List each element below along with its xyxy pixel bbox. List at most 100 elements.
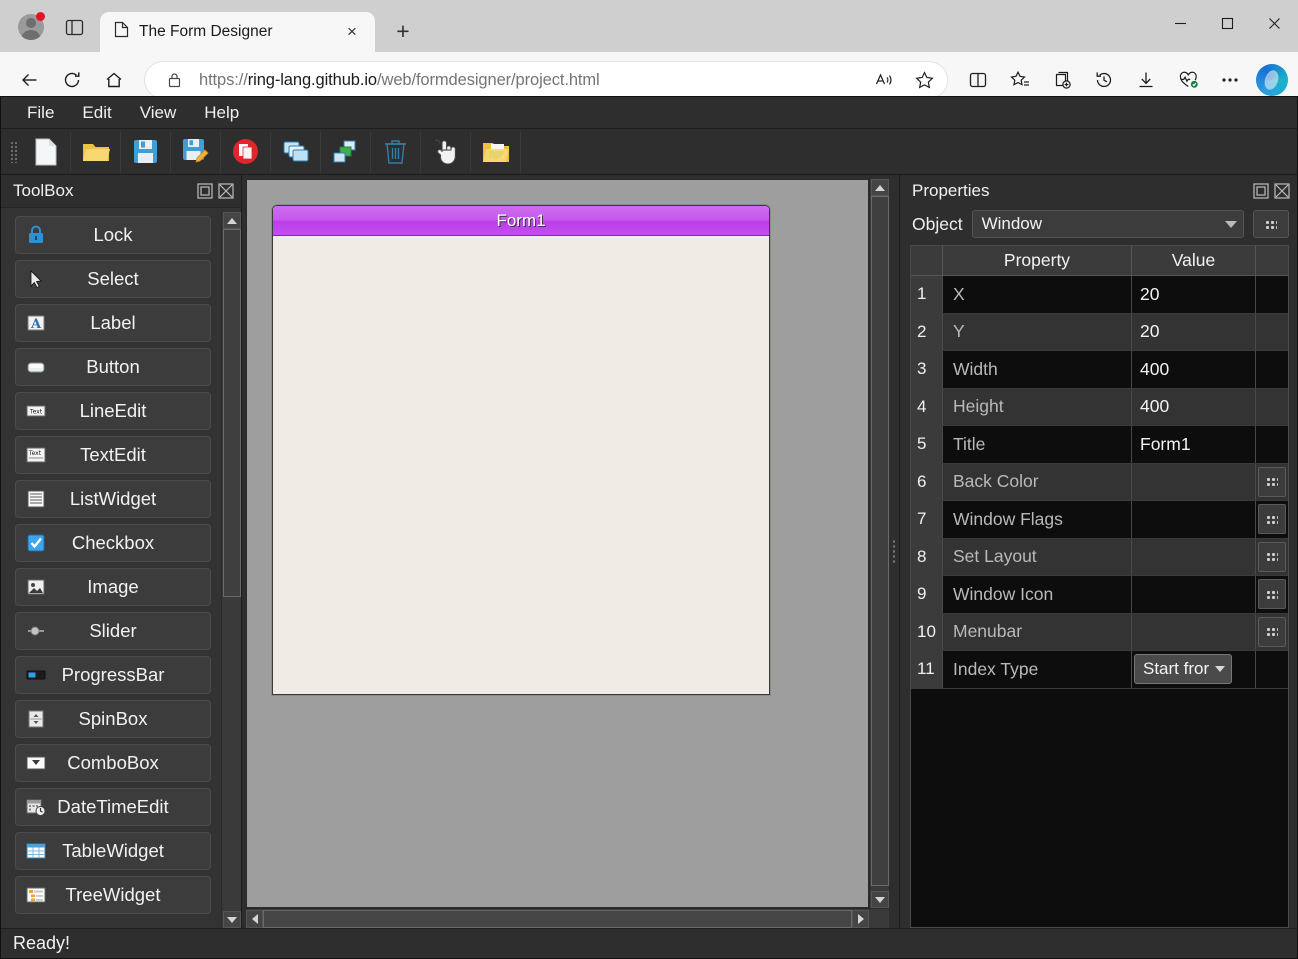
property-row[interactable]: 5 Title Form1: [911, 426, 1288, 464]
close-icon[interactable]: [1273, 182, 1291, 200]
refresh-icon[interactable]: [52, 60, 92, 100]
downloads-icon[interactable]: [1126, 60, 1166, 100]
scroll-up-button[interactable]: [870, 179, 889, 196]
scroll-down-button[interactable]: [870, 891, 889, 908]
property-row[interactable]: 2 Y 20: [911, 313, 1288, 351]
object-select[interactable]: Window: [971, 210, 1244, 238]
scroll-right-button[interactable]: [852, 909, 869, 928]
property-more-button[interactable]: [1258, 466, 1286, 497]
toolbox-item-tablewidget[interactable]: TableWidget: [15, 832, 211, 870]
scroll-track[interactable]: [263, 909, 852, 928]
favorites-icon[interactable]: [1000, 60, 1040, 100]
property-value-cell[interactable]: [1132, 576, 1256, 613]
scroll-track[interactable]: [870, 196, 889, 891]
toolbox-item-slider[interactable]: Slider: [15, 612, 211, 650]
object-more-button[interactable]: [1253, 210, 1289, 238]
menu-file[interactable]: File: [15, 101, 66, 125]
settings-more-icon[interactable]: [1210, 60, 1250, 100]
panel-splitter[interactable]: [889, 175, 899, 928]
toolbox-item-listwidget[interactable]: ListWidget: [15, 480, 211, 518]
property-value-cell[interactable]: 20: [1132, 313, 1256, 350]
menu-edit[interactable]: Edit: [70, 101, 123, 125]
property-row[interactable]: 10 Menubar: [911, 613, 1288, 651]
save-icon[interactable]: [121, 131, 171, 172]
toolbar-drag-handle[interactable]: [7, 137, 21, 167]
toolbox-item-checkbox[interactable]: Checkbox: [15, 524, 211, 562]
property-value-cell[interactable]: 20: [1132, 276, 1256, 313]
property-value-cell[interactable]: [1132, 463, 1256, 500]
copy-icon[interactable]: [271, 131, 321, 172]
new-file-icon[interactable]: [21, 131, 71, 172]
minimize-button[interactable]: [1157, 0, 1204, 46]
delete-icon[interactable]: [371, 131, 421, 172]
property-row[interactable]: 11 Index Type Start fror: [911, 651, 1288, 689]
form-window[interactable]: Form1: [272, 205, 770, 695]
close-button[interactable]: [1251, 0, 1298, 46]
favorite-star-icon[interactable]: [909, 65, 939, 95]
scroll-thumb[interactable]: [870, 196, 889, 886]
close-file-icon[interactable]: [221, 131, 271, 172]
index-type-select[interactable]: Start fror: [1134, 654, 1233, 685]
canvas-vertical-scrollbar[interactable]: [869, 179, 889, 908]
open-folder-icon[interactable]: [71, 131, 121, 172]
float-icon[interactable]: [1252, 182, 1270, 200]
tab-close-icon[interactable]: ×: [339, 19, 365, 45]
paste-icon[interactable]: [321, 131, 371, 172]
scroll-track[interactable]: [222, 229, 241, 911]
design-canvas[interactable]: Form1: [246, 179, 869, 908]
property-action-cell[interactable]: [1256, 614, 1288, 651]
property-more-button[interactable]: [1258, 616, 1286, 647]
canvas-horizontal-scrollbar[interactable]: [246, 908, 889, 928]
float-icon[interactable]: [196, 182, 214, 200]
property-more-button[interactable]: [1258, 541, 1286, 572]
browser-essentials-icon[interactable]: [1168, 60, 1208, 100]
property-value-cell[interactable]: Form1: [1132, 426, 1256, 463]
open-project-icon[interactable]: [471, 131, 521, 172]
property-value-cell[interactable]: [1132, 538, 1256, 575]
scroll-thumb[interactable]: [222, 229, 241, 597]
toolbox-item-combobox[interactable]: ComboBox: [15, 744, 211, 782]
collections-icon[interactable]: [1042, 60, 1082, 100]
menu-help[interactable]: Help: [192, 101, 251, 125]
property-value-cell[interactable]: 400: [1132, 388, 1256, 425]
address-bar[interactable]: https://ring-lang.github.io/web/formdesi…: [144, 61, 948, 99]
property-row[interactable]: 3 Width 400: [911, 351, 1288, 389]
split-screen-icon[interactable]: [958, 60, 998, 100]
save-as-icon[interactable]: [171, 131, 221, 172]
toolbox-scrollbar[interactable]: [221, 212, 241, 928]
scroll-left-button[interactable]: [246, 909, 263, 928]
close-icon[interactable]: [217, 182, 235, 200]
toolbox-item-treewidget[interactable]: TreeWidget: [15, 876, 211, 914]
scroll-up-button[interactable]: [222, 212, 241, 229]
scroll-thumb[interactable]: [263, 909, 852, 928]
tab-actions-icon[interactable]: [54, 7, 94, 47]
property-row[interactable]: 1 X 20: [911, 276, 1288, 314]
property-row[interactable]: 9 Window Icon: [911, 576, 1288, 614]
pointer-icon[interactable]: [421, 131, 471, 172]
copilot-icon[interactable]: [1256, 64, 1288, 96]
toolbox-item-select[interactable]: Select: [15, 260, 211, 298]
toolbox-item-lock[interactable]: Lock: [15, 216, 211, 254]
property-row[interactable]: 8 Set Layout: [911, 538, 1288, 576]
scroll-down-button[interactable]: [222, 911, 241, 928]
history-icon[interactable]: [1084, 60, 1124, 100]
toolbox-item-spinbox[interactable]: SpinBox: [15, 700, 211, 738]
form-titlebar[interactable]: Form1: [273, 206, 769, 236]
read-aloud-icon[interactable]: [869, 65, 899, 95]
property-more-button[interactable]: [1258, 504, 1286, 535]
toolbox-item-label[interactable]: A Label: [15, 304, 211, 342]
new-tab-icon[interactable]: +: [383, 13, 423, 49]
maximize-button[interactable]: [1204, 0, 1251, 46]
property-row[interactable]: 6 Back Color: [911, 463, 1288, 501]
menu-view[interactable]: View: [128, 101, 189, 125]
toolbox-item-lineedit[interactable]: Text LineEdit: [15, 392, 211, 430]
toolbox-item-image[interactable]: Image: [15, 568, 211, 606]
property-value-cell[interactable]: [1132, 613, 1256, 650]
toolbox-item-datetimeedit[interactable]: DateTimeEdit: [15, 788, 211, 826]
property-more-button[interactable]: [1258, 579, 1286, 610]
profile-icon[interactable]: [8, 6, 54, 48]
property-value-cell[interactable]: 400: [1132, 351, 1256, 388]
property-action-cell[interactable]: [1256, 501, 1288, 538]
back-icon[interactable]: [10, 60, 50, 100]
home-icon[interactable]: [94, 60, 134, 100]
